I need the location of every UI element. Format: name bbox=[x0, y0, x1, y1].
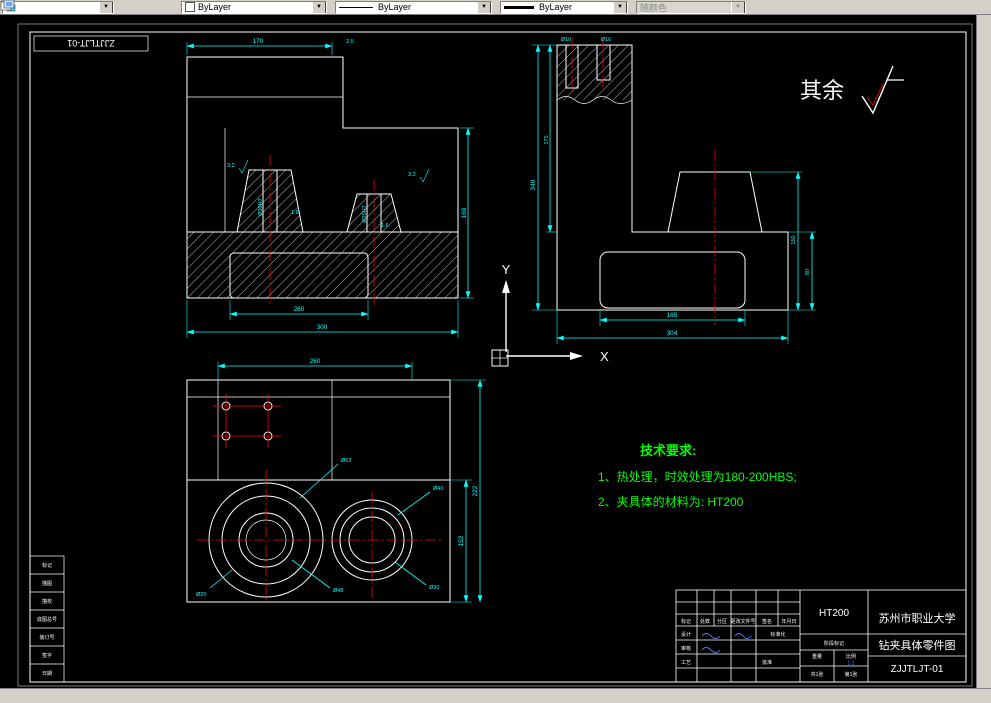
color-swatch bbox=[185, 2, 195, 12]
layer-combo[interactable]: ▼ bbox=[2, 0, 114, 14]
titleblock-school: 苏州市职业大学 bbox=[879, 611, 956, 625]
strip-row-label: 日期 bbox=[42, 671, 52, 677]
front-view: 170 2.5 160 260 300 Ø30H7 Ø25H7 3.2 3.2 … bbox=[186, 38, 474, 338]
titleblock-zone-label: 分区 bbox=[717, 618, 727, 625]
dim-label: Ø10 bbox=[561, 37, 571, 43]
titleblock-material: HT200 bbox=[819, 608, 849, 619]
titleblock-title: 钻夹具体零件图 bbox=[879, 638, 956, 652]
ucs-x-label: X bbox=[600, 349, 609, 364]
dim-label: Ø40 bbox=[433, 486, 443, 492]
dim-label: Ø62 bbox=[341, 458, 351, 464]
dim-label: 300 bbox=[317, 324, 328, 331]
strip-row-label: 描校 bbox=[42, 598, 52, 605]
strip-row-label: 签字 bbox=[42, 652, 52, 659]
strip-row-label: 底图总号 bbox=[37, 616, 57, 623]
surface-finish-label: 其余 bbox=[800, 78, 844, 103]
titleblock-sheet-label: 共1张 bbox=[811, 671, 824, 678]
ucs-icon: Y X bbox=[491, 262, 609, 367]
linetype-combo-value: ByLayer bbox=[378, 2, 412, 12]
tech-item-2: 2、夹具体的材料为: HT200 bbox=[598, 494, 744, 509]
lineweight-combo-value: ByLayer bbox=[539, 2, 573, 12]
chevron-down-icon[interactable]: ▼ bbox=[613, 1, 627, 13]
titleblock-docno-label: 更改文件号 bbox=[730, 618, 755, 625]
dim-label: 175 bbox=[544, 135, 550, 144]
layer-properties-icon[interactable] bbox=[0, 0, 158, 14]
dim-label: 152 bbox=[458, 535, 465, 546]
drawing-canvas[interactable]: ZJJTLJT-01 标记 描图 描校 底图总号 装订号 签字 日期 170 2… bbox=[0, 0, 991, 703]
dim-label: Ø30H7 bbox=[258, 198, 264, 215]
tech-item-1: 1、热处理，时效处理为180-200HBS; bbox=[598, 469, 797, 484]
dim-label: Ø48 bbox=[333, 588, 343, 594]
window-bottom-edge bbox=[0, 688, 991, 703]
surface-roughness-label: 1.6 bbox=[381, 223, 389, 229]
surface-finish-note: 其余 bbox=[800, 65, 904, 115]
dim-label: Ø30 bbox=[429, 585, 439, 591]
titleblock-number: ZJJTLJT-01 bbox=[891, 664, 944, 675]
chevron-down-icon[interactable]: ▼ bbox=[477, 1, 491, 13]
title-block: 苏州市职业大学 钻夹具体零件图 ZJJTLJT-01 HT200 阶段标记 重量… bbox=[675, 589, 967, 683]
dim-label: Ø20 bbox=[196, 592, 206, 598]
plotstyle-combo-value: 随颜色 bbox=[640, 2, 668, 13]
tech-requirements: 技术要求: 1、热处理，时效处理为180-200HBS; 2、夹具体的材料为: … bbox=[598, 443, 797, 509]
plotstyle-combo: 随颜色 ▼ bbox=[636, 0, 746, 14]
top-view: Ø62 Ø48 Ø40 Ø30 Ø20 260 152 222 bbox=[186, 358, 486, 603]
chevron-down-icon: ▼ bbox=[731, 1, 745, 13]
surface-roughness-label: 1.6 bbox=[291, 210, 299, 216]
titleblock-stage-label: 阶段标记 bbox=[824, 640, 844, 647]
dim-label: 260 bbox=[294, 306, 305, 313]
titleblock-scale-value: 1:1 bbox=[848, 661, 855, 667]
signature-scribble bbox=[701, 633, 721, 639]
dim-label: Ø16 bbox=[601, 37, 611, 43]
titleblock-sign-label: 签名 bbox=[762, 618, 772, 625]
dim-label: 170 bbox=[253, 38, 264, 45]
dim-label: 160 bbox=[461, 207, 468, 218]
linetype-combo[interactable]: ByLayer ▼ bbox=[335, 0, 492, 14]
chevron-down-icon[interactable]: ▼ bbox=[312, 1, 326, 13]
layers-icon[interactable] bbox=[0, 0, 138, 14]
drawing-frame: ZJJTLJT-01 bbox=[17, 23, 973, 687]
strip-row-label: 标记 bbox=[42, 562, 52, 569]
titleblock-check-label: 审核 bbox=[681, 645, 691, 652]
titleblock-page-label: 第1张 bbox=[845, 671, 858, 678]
dim-label: 340 bbox=[530, 179, 537, 190]
linetype-sample bbox=[339, 6, 373, 8]
titleblock-approve-label: 批准 bbox=[762, 659, 772, 666]
dim-label: 222 bbox=[472, 485, 479, 496]
signature-scribble bbox=[701, 647, 721, 653]
strip-row-label: 描图 bbox=[42, 580, 52, 587]
titleblock-date-label: 年月日 bbox=[781, 618, 796, 625]
chevron-down-icon[interactable]: ▼ bbox=[99, 1, 113, 13]
dim-label: Ø25H7 bbox=[362, 205, 368, 222]
dim-label: 165 bbox=[667, 312, 678, 319]
ucs-y-label: Y bbox=[502, 262, 511, 277]
titleblock-count-label: 处数 bbox=[700, 618, 710, 625]
titleblock-process-label: 工艺 bbox=[681, 660, 691, 666]
window-right-edge bbox=[976, 0, 991, 703]
dim-label: 304 bbox=[667, 330, 678, 337]
dim-label: 80 bbox=[805, 269, 811, 275]
surface-roughness-label: 3.2 bbox=[227, 163, 235, 169]
titleblock-weight-label: 重量 bbox=[812, 653, 822, 660]
surface-roughness-label: 3.2 bbox=[408, 172, 416, 178]
titleblock-design-label: 设计 bbox=[681, 631, 691, 638]
lineweight-combo[interactable]: ByLayer ▼ bbox=[500, 0, 628, 14]
dim-label: 260 bbox=[310, 358, 321, 365]
lineweight-sample bbox=[504, 5, 534, 9]
object-properties-toolbar: ▼ ByLayer ▼ ByLayer ▼ ByLayer ▼ 随颜色 ▼ bbox=[0, 0, 991, 15]
dim-label: 2.5 bbox=[346, 39, 354, 45]
frame-stamp: ZJJTLJT-01 bbox=[67, 38, 115, 48]
color-combo[interactable]: ByLayer ▼ bbox=[181, 0, 327, 14]
side-section-view: Ø10 Ø16 340 175 150 80 165 304 bbox=[530, 37, 816, 344]
color-combo-value: ByLayer bbox=[198, 2, 232, 12]
tech-title: 技术要求: bbox=[640, 443, 696, 458]
autocad-window: { "toolbar": { "color_value": "ByLayer",… bbox=[0, 0, 991, 703]
titleblock-standardize-label: 标准化 bbox=[770, 631, 785, 638]
roughness-symbol-icon bbox=[861, 65, 894, 115]
titleblock-mark-label: 标记 bbox=[681, 618, 691, 625]
dim-label: 150 bbox=[791, 235, 797, 244]
titleblock-scale-label: 比例 bbox=[846, 653, 856, 660]
date-scribble bbox=[734, 633, 752, 639]
revision-strip: 标记 描图 描校 底图总号 装订号 签字 日期 bbox=[29, 555, 65, 683]
strip-row-label: 装订号 bbox=[39, 634, 54, 641]
